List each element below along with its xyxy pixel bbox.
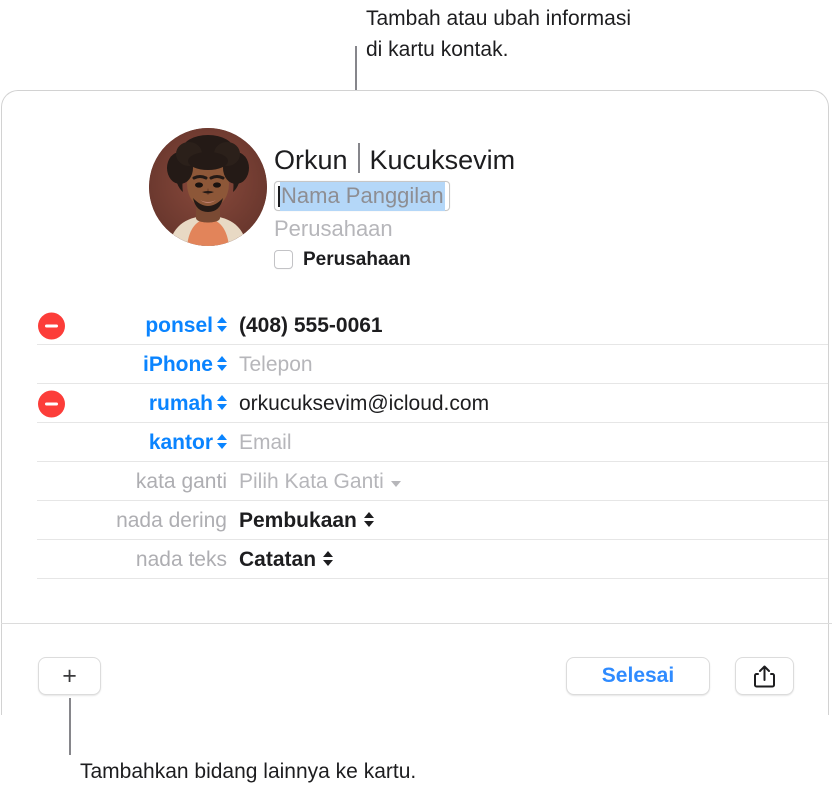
nickname-placeholder-text: Nama Panggilan bbox=[280, 181, 445, 211]
avatar[interactable] bbox=[149, 128, 267, 246]
plus-icon: + bbox=[62, 661, 77, 690]
share-icon bbox=[754, 665, 775, 688]
field-value-text: Email bbox=[239, 430, 292, 454]
field-value-phone-iphone[interactable]: Telepon bbox=[232, 353, 313, 377]
chevron-down-icon[interactable] bbox=[390, 480, 401, 487]
minus-glyph bbox=[45, 402, 58, 405]
field-label-phone-mobile[interactable]: ponsel bbox=[37, 314, 232, 338]
last-name-field[interactable]: Kucuksevim bbox=[370, 143, 516, 177]
name-field-caret bbox=[357, 143, 360, 173]
callout-text-bottom: Tambahkan bidang lainnya ke kartu. bbox=[80, 760, 417, 783]
field-label-text: nada dering bbox=[116, 508, 227, 532]
company-checkbox-row[interactable]: Perusahaan bbox=[274, 249, 515, 271]
field-label-text-tone: nada teks bbox=[37, 548, 232, 572]
field-row-phone-mobile[interactable]: ponsel (408) 555-0061 bbox=[2, 306, 828, 345]
field-label-text: nada teks bbox=[135, 547, 227, 571]
field-row-text-tone[interactable]: nada teks Catatan bbox=[2, 540, 828, 579]
field-row-email-work[interactable]: kantor Email bbox=[2, 423, 828, 462]
field-label-ringtone: nada dering bbox=[37, 509, 232, 533]
field-value-text: orkucuksevim@icloud.com bbox=[239, 391, 490, 415]
field-row-ringtone[interactable]: nada dering Pembukaan bbox=[2, 501, 828, 540]
field-label-text: ponsel bbox=[145, 313, 213, 337]
callout-text-top: Tambah atau ubah informasi di kartu kont… bbox=[366, 7, 631, 61]
remove-field-icon[interactable] bbox=[38, 390, 65, 417]
field-label-pronouns: kata ganti bbox=[37, 470, 232, 494]
done-button[interactable]: Selesai bbox=[566, 657, 710, 695]
contact-name-stack: Orkun Kucuksevim Nama Panggilan Perusaha… bbox=[274, 139, 515, 271]
callout-leader-line-bottom bbox=[69, 698, 71, 755]
contact-card-header: Orkun Kucuksevim Nama Panggilan Perusaha… bbox=[2, 91, 828, 306]
label-stepper-icon[interactable] bbox=[217, 317, 227, 332]
field-label-text: kantor bbox=[148, 430, 213, 454]
field-value-text: (408) 555-0061 bbox=[239, 313, 383, 337]
company-checkbox[interactable] bbox=[274, 250, 293, 269]
company-checkbox-label: Perusahaan bbox=[303, 248, 411, 270]
add-field-button[interactable]: + bbox=[38, 657, 101, 695]
field-label-text: rumah bbox=[148, 391, 213, 415]
field-value-ringtone[interactable]: Pembukaan bbox=[232, 509, 374, 533]
value-stepper-icon[interactable] bbox=[363, 512, 374, 527]
remove-field-icon[interactable] bbox=[38, 312, 65, 339]
field-row-email-home[interactable]: rumah orkucuksevim@icloud.com bbox=[2, 384, 828, 423]
field-value-text: Pilih Kata Ganti bbox=[239, 469, 384, 493]
value-stepper-icon[interactable] bbox=[323, 551, 334, 566]
done-button-label: Selesai bbox=[601, 664, 675, 687]
minus-glyph bbox=[45, 324, 58, 327]
field-label-email-home[interactable]: rumah bbox=[37, 392, 232, 416]
field-value-email-work[interactable]: Email bbox=[232, 431, 292, 455]
field-value-email-home[interactable]: orkucuksevim@icloud.com bbox=[232, 392, 489, 416]
field-label-phone-iphone[interactable]: iPhone bbox=[37, 353, 232, 377]
contact-card: Orkun Kucuksevim Nama Panggilan Perusaha… bbox=[1, 90, 829, 715]
field-value-text: Pembukaan bbox=[239, 508, 357, 532]
share-button[interactable] bbox=[735, 657, 794, 695]
field-value-text-tone[interactable]: Catatan bbox=[232, 547, 334, 572]
field-label-email-work[interactable]: kantor bbox=[37, 431, 232, 455]
label-stepper-icon[interactable] bbox=[217, 434, 227, 449]
field-label-text: kata ganti bbox=[135, 469, 227, 493]
field-value-text: Telepon bbox=[239, 352, 313, 376]
first-name-field[interactable]: Orkun bbox=[274, 143, 348, 177]
field-value-phone-mobile[interactable]: (408) 555-0061 bbox=[232, 314, 383, 338]
contact-name-row[interactable]: Orkun Kucuksevim bbox=[274, 139, 515, 177]
label-stepper-icon[interactable] bbox=[217, 356, 227, 371]
field-row-pronouns[interactable]: kata ganti Pilih Kata Ganti bbox=[2, 462, 828, 501]
field-value-pronouns[interactable]: Pilih Kata Ganti bbox=[232, 470, 401, 494]
label-stepper-icon[interactable] bbox=[217, 395, 227, 410]
field-label-text: iPhone bbox=[142, 352, 213, 376]
field-value-text: Catatan bbox=[239, 547, 317, 571]
contact-field-list: ponsel (408) 555-0061 iPhone Telepon rumah or… bbox=[2, 306, 828, 579]
nickname-input[interactable]: Nama Panggilan bbox=[274, 181, 450, 211]
field-row-phone-iphone[interactable]: iPhone Telepon bbox=[2, 345, 828, 384]
card-toolbar: + Selesai bbox=[1, 624, 829, 715]
company-input[interactable]: Perusahaan bbox=[274, 215, 515, 243]
